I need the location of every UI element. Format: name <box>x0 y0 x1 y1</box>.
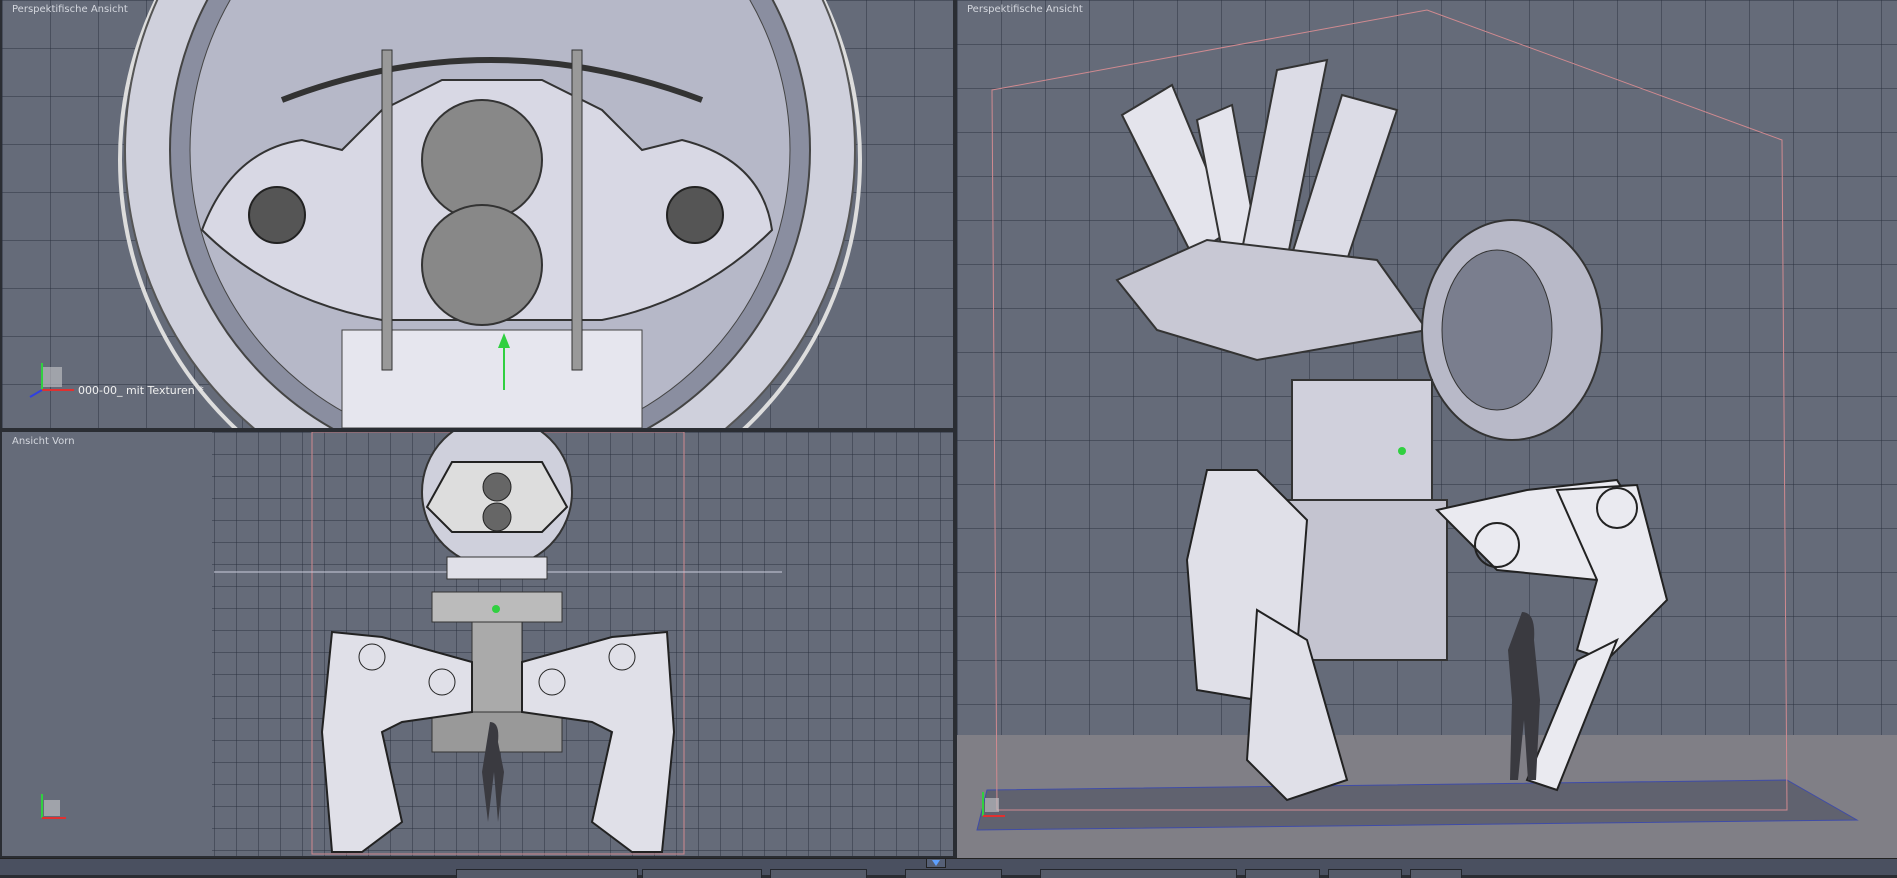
viewport-perspective-right[interactable]: Perspektifische Ansicht <box>957 0 1897 858</box>
robot-model-closeup <box>118 0 862 428</box>
robot-model-front <box>214 432 782 855</box>
axis-gizmo <box>41 794 66 819</box>
viewport-perspective-top-left[interactable]: Perspektifische Ansicht 000-00_ mit Text… <box>2 0 953 428</box>
axis-gizmo <box>29 363 74 398</box>
bottom-toolbar <box>0 858 1897 878</box>
robot-model-perspective <box>957 9 1897 858</box>
viewport-front-view[interactable]: Ansicht Vorn <box>2 432 953 856</box>
axis-gizmo <box>982 792 1005 817</box>
object-name-label: 000-00_ mit Texturen * <box>78 384 204 397</box>
viewport-label: Perspektifische Ansicht <box>967 4 1083 15</box>
viewport-label: Ansicht Vorn <box>12 436 75 447</box>
viewport-label: Perspektifische Ansicht <box>12 4 128 15</box>
panel-split-handle[interactable] <box>926 858 946 868</box>
